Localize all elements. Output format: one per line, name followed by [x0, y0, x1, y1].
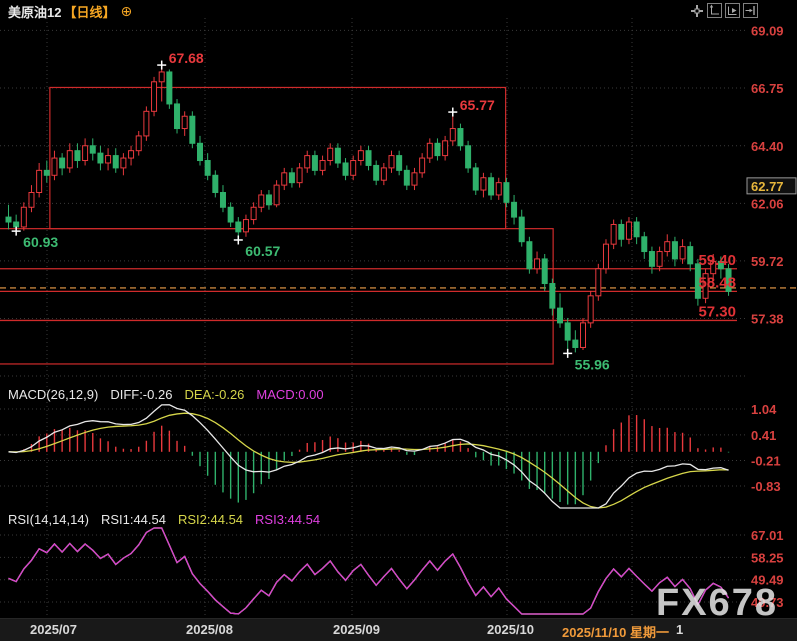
svg-text:-0.83: -0.83: [751, 479, 781, 494]
rsi3-value: RSI3:44.54: [255, 512, 320, 527]
rsi1-line: [9, 528, 729, 614]
price-annotation: 60.93: [23, 234, 58, 250]
drawing-hlines: [0, 269, 797, 321]
rsi2-line: [9, 528, 729, 614]
svg-text:64.40: 64.40: [751, 139, 784, 154]
time-label-current: 2025/11/10 星期一: [562, 622, 669, 641]
svg-text:58.25: 58.25: [751, 550, 784, 565]
hline-price-label: 58.48: [698, 274, 736, 291]
rsi3-line: [9, 528, 729, 614]
macd-plot: [9, 405, 729, 508]
period-label: 【日线】: [63, 2, 115, 21]
svg-text:62.06: 62.06: [751, 196, 784, 211]
rsi-label-row: RSI(14,14,14) RSI1:44.54 RSI2:44.54 RSI3…: [8, 512, 320, 527]
fx678-watermark: FX678: [656, 582, 778, 625]
price-axis-labels: 69.09 66.75 64.40 62.06 59.72 57.38 62.77 1.04 0…: [747, 23, 796, 610]
drawing-boxes: [0, 87, 553, 364]
annotations-layer: 60.93 67.68 60.57 65.77 55.96: [12, 50, 610, 372]
svg-text:0.41: 0.41: [751, 428, 776, 443]
crosshair-icon[interactable]: [689, 3, 704, 18]
svg-text:57.38: 57.38: [751, 311, 784, 326]
macd-params: MACD(26,12,9): [8, 387, 98, 402]
svg-text:69.09: 69.09: [751, 23, 784, 38]
rsi1-value: RSI1:44.54: [101, 512, 166, 527]
macd-dea-value: DEA:-0.26: [184, 387, 244, 402]
hline-price-label: 57.30: [698, 303, 736, 320]
exit-icon[interactable]: [743, 3, 758, 18]
price-annotation: 60.57: [245, 243, 280, 259]
price-annotation: 55.96: [575, 356, 610, 372]
add-indicator-icon[interactable]: ⊕: [120, 3, 132, 20]
symbol-name: 美原油12: [8, 2, 61, 21]
y-axis-scale-icon[interactable]: [707, 3, 722, 18]
hline-price-label: 59.40: [698, 252, 736, 269]
chart-canvas[interactable]: 60.93 67.68 60.57 65.77 55.96 59.40 58.48 57.30…: [0, 0, 797, 641]
price-annotation: 65.77: [460, 97, 495, 113]
svg-text:67.01: 67.01: [751, 528, 784, 543]
x-axis-scale-icon[interactable]: [725, 3, 740, 18]
time-label-sep: 2025/09: [333, 622, 380, 637]
svg-text:62.77: 62.77: [751, 179, 784, 194]
candles-layer: [6, 65, 731, 353]
svg-text:66.75: 66.75: [751, 81, 784, 96]
macd-label-row: MACD(26,12,9) DIFF:-0.26 DEA:-0.26 MACD:…: [8, 387, 324, 402]
time-label-jul: 2025/07: [30, 622, 77, 637]
trading-app-window: 美原油12 【日线】 ⊕: [0, 0, 797, 641]
svg-text:1.04: 1.04: [751, 402, 777, 417]
rsi-params: RSI(14,14,14): [8, 512, 89, 527]
rsi2-value: RSI2:44.54: [178, 512, 243, 527]
price-annotation: 67.68: [169, 50, 204, 66]
chart-title: 美原油12 【日线】 ⊕: [8, 2, 132, 21]
svg-text:59.72: 59.72: [751, 254, 784, 269]
time-label-oct: 2025/10: [487, 622, 534, 637]
rsi-plot: [9, 528, 729, 614]
time-label-aug: 2025/08: [186, 622, 233, 637]
macd-hist-value: MACD:0.00: [256, 387, 323, 402]
macd-diff-value: DIFF:-0.26: [110, 387, 172, 402]
chart-toolbar: [689, 3, 758, 18]
hline-labels: 59.40 58.48 57.30: [698, 252, 736, 321]
svg-text:-0.21: -0.21: [751, 453, 781, 468]
